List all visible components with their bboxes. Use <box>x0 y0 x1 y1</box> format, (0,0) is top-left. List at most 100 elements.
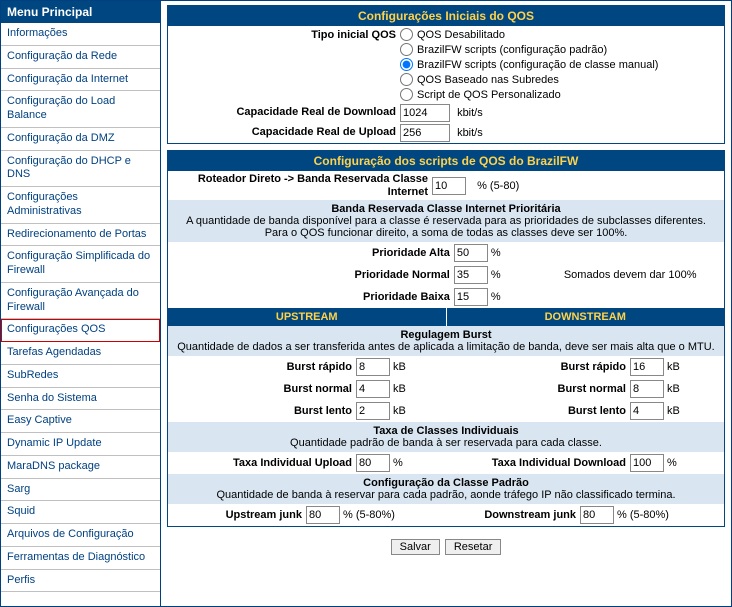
sidebar-item[interactable]: Configuração Avançada do Firewall <box>1 283 160 320</box>
panel-scripts: Configuração dos scripts de QOS do Brazi… <box>167 150 725 527</box>
sidebar-item[interactable]: Easy Captive <box>1 410 160 433</box>
sidebar-title: Menu Principal <box>1 1 160 23</box>
pri-low-label: Prioridade Baixa <box>172 291 454 303</box>
burst-title: Regulagem Burst <box>400 329 491 341</box>
down-junk-input[interactable] <box>580 506 614 524</box>
up-junk-suffix: % (5-80%) <box>343 509 395 521</box>
sidebar-item[interactable]: Configurações Administrativas <box>1 187 160 224</box>
pri-high-input[interactable] <box>454 244 488 262</box>
upload-unit: kbit/s <box>457 127 483 139</box>
upload-label: Capacidade Real de Upload <box>172 124 400 138</box>
sidebar-item[interactable]: Perfis <box>1 570 160 593</box>
pct: % <box>491 247 501 259</box>
reserved-section: Banda Reservada Classe Internet Prioritá… <box>168 200 724 242</box>
reserved-desc: A quantidade de banda disponível para a … <box>174 215 718 239</box>
pri-high-label: Prioridade Alta <box>172 247 454 259</box>
up-junk-label: Upstream junk <box>172 509 306 521</box>
burst-normal-down-label: Burst normal <box>446 383 630 395</box>
sum-note: Somados devem dar 100% <box>544 269 720 281</box>
burst-normal-down-input[interactable] <box>630 380 664 398</box>
button-row: Salvar Resetar <box>167 533 725 557</box>
burst-fast-up-input[interactable] <box>356 358 390 376</box>
sidebar-item[interactable]: SubRedes <box>1 365 160 388</box>
download-label: Capacidade Real de Download <box>172 104 400 118</box>
qos-type-radio[interactable] <box>400 28 413 41</box>
indiv-up-label: Taxa Individual Upload <box>172 457 356 469</box>
burst-section: Regulagem Burst Quantidade de dados a se… <box>168 326 724 356</box>
router-reserve-suffix: % (5-80) <box>469 180 519 192</box>
sidebar-item[interactable]: Informações <box>1 23 160 46</box>
up-junk-input[interactable] <box>306 506 340 524</box>
qos-type-option-label: QOS Baseado nas Subredes <box>417 74 559 86</box>
sidebar-item[interactable]: Dynamic IP Update <box>1 433 160 456</box>
sidebar-item[interactable]: Configuração do DHCP e DNS <box>1 151 160 188</box>
panel-initial-qos-title: Configurações Iniciais do QOS <box>168 6 724 26</box>
upstream-header: UPSTREAM <box>168 308 447 326</box>
qos-type-radio[interactable] <box>400 58 413 71</box>
sidebar-item[interactable]: Ferramentas de Diagnóstico <box>1 547 160 570</box>
sidebar-item[interactable]: Squid <box>1 501 160 524</box>
upload-input[interactable] <box>400 124 450 142</box>
default-title: Configuração da Classe Padrão <box>363 477 529 489</box>
burst-normal-up-label: Burst normal <box>172 383 356 395</box>
sidebar-item[interactable]: Configurações QOS <box>1 319 160 342</box>
sidebar-item[interactable]: MaraDNS package <box>1 456 160 479</box>
sidebar-item[interactable]: Configuração da DMZ <box>1 128 160 151</box>
burst-slow-up-label: Burst lento <box>172 405 356 417</box>
pct: % <box>491 291 501 303</box>
burst-desc: Quantidade de dados a ser transferida an… <box>174 341 718 353</box>
burst-fast-down-label: Burst rápido <box>446 361 630 373</box>
main-content: Configurações Iniciais do QOS Tipo inici… <box>161 1 731 606</box>
download-input[interactable] <box>400 104 450 122</box>
burst-normal-up-input[interactable] <box>356 380 390 398</box>
qos-type-option-label: BrazilFW scripts (configuração padrão) <box>417 44 607 56</box>
sidebar: Menu Principal InformaçõesConfiguração d… <box>1 1 161 606</box>
qos-type-radio[interactable] <box>400 43 413 56</box>
pct: % <box>667 457 677 469</box>
sidebar-item[interactable]: Configuração Simplificada do Firewall <box>1 246 160 283</box>
burst-slow-down-input[interactable] <box>630 402 664 420</box>
kb: kB <box>667 361 680 373</box>
indiv-up-input[interactable] <box>356 454 390 472</box>
sidebar-item[interactable]: Arquivos de Configuração <box>1 524 160 547</box>
burst-fast-down-input[interactable] <box>630 358 664 376</box>
save-button[interactable]: Salvar <box>391 539 440 555</box>
sidebar-item[interactable]: Tarefas Agendadas <box>1 342 160 365</box>
pri-low-input[interactable] <box>454 288 488 306</box>
burst-fast-up-label: Burst rápido <box>172 361 356 373</box>
pri-normal-input[interactable] <box>454 266 488 284</box>
burst-slow-up-input[interactable] <box>356 402 390 420</box>
initial-type-label: Tipo inicial QOS <box>172 27 400 41</box>
pct: % <box>393 457 403 469</box>
reset-button[interactable]: Resetar <box>445 539 502 555</box>
indiv-down-label: Taxa Individual Download <box>446 457 630 469</box>
stream-header: UPSTREAM DOWNSTREAM <box>168 308 724 326</box>
panel-initial-qos: Configurações Iniciais do QOS Tipo inici… <box>167 5 725 144</box>
qos-type-radio[interactable] <box>400 73 413 86</box>
pri-normal-label: Prioridade Normal <box>172 269 454 281</box>
sidebar-item[interactable]: Configuração da Internet <box>1 69 160 92</box>
qos-type-option-label: QOS Desabilitado <box>417 29 505 41</box>
down-junk-label: Downstream junk <box>446 509 580 521</box>
download-unit: kbit/s <box>457 107 483 119</box>
qos-type-radio[interactable] <box>400 88 413 101</box>
router-reserve-input[interactable] <box>432 177 466 195</box>
kb: kB <box>667 383 680 395</box>
default-desc: Quantidade de banda à reservar para cada… <box>174 489 718 501</box>
panel-scripts-title: Configuração dos scripts de QOS do Brazi… <box>168 151 724 171</box>
qos-type-option-label: Script de QOS Personalizado <box>417 89 561 101</box>
sidebar-item[interactable]: Configuração da Rede <box>1 46 160 69</box>
kb: kB <box>667 405 680 417</box>
sidebar-item[interactable]: Configuração do Load Balance <box>1 91 160 128</box>
indiv-down-input[interactable] <box>630 454 664 472</box>
kb: kB <box>393 383 406 395</box>
router-reserve-label: Roteador Direto -> Banda Reservada Class… <box>172 173 432 198</box>
pct: % <box>491 269 501 281</box>
sidebar-item[interactable]: Sarg <box>1 479 160 502</box>
sidebar-item[interactable]: Redirecionamento de Portas <box>1 224 160 247</box>
sidebar-item[interactable]: Senha do Sistema <box>1 388 160 411</box>
down-junk-suffix: % (5-80%) <box>617 509 669 521</box>
default-section: Configuração da Classe Padrão Quantidade… <box>168 474 724 504</box>
indiv-section: Taxa de Classes Individuais Quantidade p… <box>168 422 724 452</box>
downstream-header: DOWNSTREAM <box>447 308 725 326</box>
